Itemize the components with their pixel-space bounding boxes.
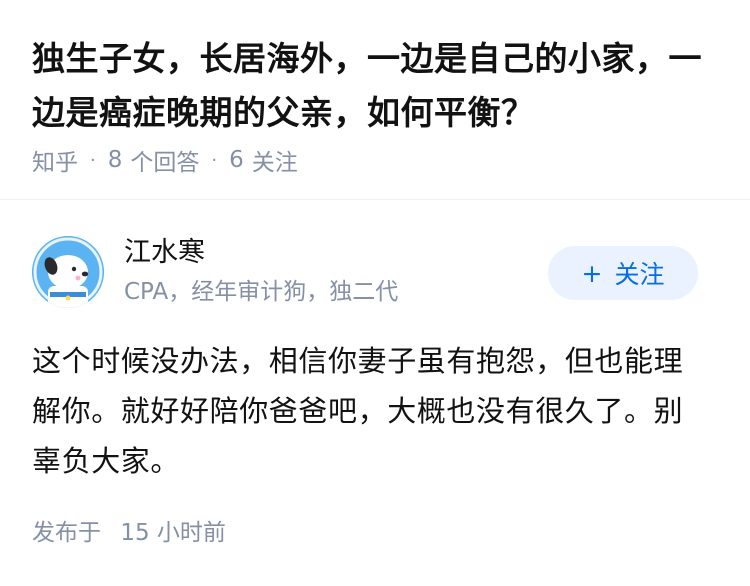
follower-count-label: 关注: [251, 150, 298, 176]
follow-button[interactable]: + 关注: [548, 246, 698, 300]
answer-publish-time: 发布于 15 小时前: [32, 515, 226, 551]
question-header: 独生子女，长居海外，一边是自己的小家，一边是癌症晚期的父亲，如何平衡？ 知乎 ·…: [0, 0, 750, 200]
answer-author-row: 江水寒 CPA，经年审计狗，独二代 + 关注: [32, 234, 718, 310]
follow-button-label: 关注: [614, 260, 665, 289]
author-bio: CPA，经年审计狗，独二代: [124, 279, 399, 305]
source-label[interactable]: 知乎: [32, 143, 78, 177]
avatar[interactable]: [32, 236, 104, 308]
publish-time: 15 小时前: [120, 520, 226, 546]
meta-separator: ·: [211, 149, 218, 171]
question-meta: 知乎 · 8 个回答 · 6 关注: [32, 142, 298, 178]
plus-icon: +: [581, 258, 603, 288]
question-title[interactable]: 独生子女，长居海外，一边是自己的小家，一边是癌症晚期的父亲，如何平衡？: [32, 32, 722, 140]
publish-label: 发布于: [32, 520, 101, 546]
author-name[interactable]: 江水寒: [124, 234, 205, 272]
answer-count-label: 个回答: [130, 150, 200, 176]
meta-separator: ·: [90, 149, 96, 171]
cartoon-dog-avatar-icon: [32, 236, 104, 308]
answer-content[interactable]: 这个时候没办法，相信你妻子虽有抱怨，但也能理解你。就好好陪你爸爸吧，大概也没有很…: [32, 336, 712, 486]
follower-count: 6: [229, 147, 244, 173]
answer-count: 8: [107, 147, 123, 173]
